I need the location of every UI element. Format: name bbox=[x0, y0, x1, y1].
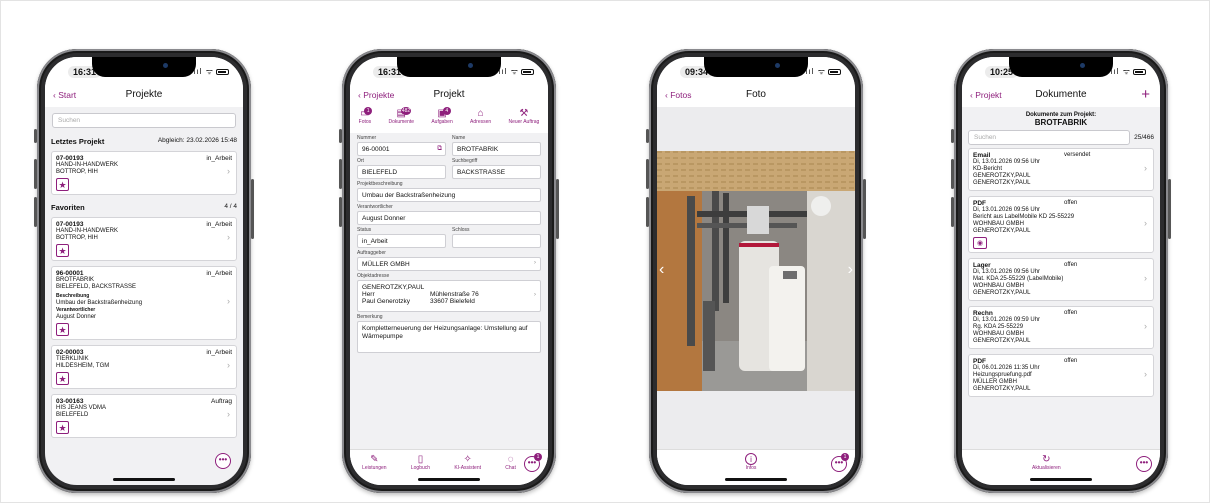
toolbar-chat[interactable]: ◌ Chat bbox=[505, 454, 516, 471]
favorite-star-icon[interactable]: ★ bbox=[56, 421, 69, 434]
tab-fotos[interactable]: ▭Fotos1 bbox=[359, 107, 373, 133]
document-item[interactable]: PDF offen Di, 13.01.2026 09:56 Uhr Bericht… bbox=[968, 196, 1154, 253]
chevron-right-icon: › bbox=[227, 166, 230, 176]
section-favorites: Favoriten 4 / 4 bbox=[51, 203, 237, 212]
page-title: Dokumente bbox=[1035, 89, 1087, 100]
chevron-right-icon[interactable]: › bbox=[848, 261, 853, 279]
suchbegriff-field[interactable]: BACKSTRASSE bbox=[452, 165, 541, 179]
page-title: Foto bbox=[745, 89, 766, 100]
tab-dokumente[interactable]: ▤Dokumente482 bbox=[388, 107, 414, 133]
screenshot-stage: 16:31 ııl ᯤ ‹ Start Projekte Suchen Letz… bbox=[0, 0, 1210, 503]
more-button[interactable]: ••• bbox=[1136, 456, 1152, 472]
preview-eye-icon[interactable]: ◉ bbox=[973, 237, 987, 249]
phone-dokumente: 10:25 ııl ᯤ ‹ Projekt Dokumente + Dokume… bbox=[951, 49, 1171, 493]
project-name: BROTFABRIK bbox=[1034, 118, 1088, 127]
project-card[interactable]: 07-00193 in_Arbeit HAND-IN-HANDWERK BOTTRO… bbox=[51, 217, 237, 261]
tab-adressen[interactable]: ⌂ Adressen bbox=[470, 108, 491, 133]
screen-projekt: 16:31 ııl ᯤ ‹ Projekte Projekt ▭Fotos1 ▤… bbox=[350, 57, 548, 485]
tools-icon: ⚒ bbox=[519, 108, 529, 119]
tab-neuer-auftrag[interactable]: ⚒ Neuer Auftrag bbox=[508, 108, 539, 133]
toolbar-ki-assistent[interactable]: ✧ KI-Assistent bbox=[454, 454, 481, 471]
toolbar-leistungen[interactable]: ✎ Leistungen bbox=[362, 454, 386, 471]
photo-image[interactable]: ‹ › bbox=[657, 151, 855, 391]
search-input[interactable]: Suchen bbox=[968, 130, 1131, 145]
nav-bar: ‹ Projekte Projekt bbox=[350, 85, 548, 107]
document-item[interactable]: Rechn offen Di, 13.01.2026 09:59 Uhr Rg. K… bbox=[968, 306, 1154, 349]
document-count: 25/466 bbox=[1134, 134, 1154, 141]
document-item[interactable]: PDF offen Di, 06.01.2026 11:35 Uhr Heizung… bbox=[968, 354, 1154, 397]
project-card[interactable]: 02-00003 in_Arbeit TIERKLINIK HILDESHEIM, … bbox=[51, 345, 237, 389]
toolbar-aktualisieren[interactable]: ↻ Aktualisieren bbox=[1032, 454, 1061, 471]
chevron-right-icon: › bbox=[227, 409, 230, 419]
phone-projekte: 16:31 ııl ᯤ ‹ Start Projekte Suchen Letz… bbox=[34, 49, 254, 493]
chevron-left-icon[interactable]: ‹ bbox=[659, 261, 664, 279]
chevron-right-icon: › bbox=[1144, 162, 1147, 173]
house-icon: ⌂ bbox=[477, 108, 484, 119]
phone-foto: 09:34 ııl ᯤ ‹ Fotos Foto ‹ › i Infos •••… bbox=[646, 49, 866, 493]
favorite-star-icon[interactable]: ★ bbox=[56, 178, 69, 191]
favorite-star-icon[interactable]: ★ bbox=[56, 372, 69, 385]
wand-icon: ✧ bbox=[463, 454, 472, 465]
chevron-right-icon: › bbox=[533, 259, 536, 266]
screen-projekte: 16:31 ııl ᯤ ‹ Start Projekte Suchen Letz… bbox=[45, 57, 243, 485]
wifi-battery-icon: ııl ᯤ bbox=[193, 66, 229, 77]
document-item[interactable]: Lager offen Di, 13.01.2026 09:56 Uhr Mat. … bbox=[968, 258, 1154, 301]
wifi-battery-icon: ııl ᯤ bbox=[498, 66, 534, 77]
objektadresse-field[interactable]: GENEROTZKY,PAUL Herr Mühlenstraße 76 Paul… bbox=[357, 280, 541, 312]
favorite-star-icon[interactable]: ★ bbox=[56, 244, 69, 257]
search-input[interactable]: Suchen bbox=[52, 113, 236, 128]
add-document-button[interactable]: + bbox=[1141, 86, 1150, 103]
section-last-project: Letztes Projekt Abgleich: 23.02.2026 15:4… bbox=[51, 137, 237, 146]
chevron-right-icon: › bbox=[227, 232, 230, 242]
project-tabs: ▭Fotos1 ▤Dokumente482 ▣Aufgaben4 ⌂Adress… bbox=[350, 107, 548, 133]
chevron-right-icon: › bbox=[1144, 368, 1147, 379]
chevron-right-icon: › bbox=[227, 360, 230, 370]
chevron-right-icon: › bbox=[227, 296, 230, 306]
document-item[interactable]: Email versendet Di, 13.01.2026 09:56 Uhr K… bbox=[968, 148, 1154, 191]
chevron-right-icon: › bbox=[1144, 320, 1147, 331]
chat-icon: ◌ bbox=[507, 454, 514, 465]
more-button[interactable]: ••• bbox=[215, 453, 231, 469]
book-icon: ▯ bbox=[417, 454, 424, 465]
bemerkung-field[interactable]: Kompletterneuerung der Heizungsanlage: U… bbox=[357, 321, 541, 353]
wifi-battery-icon: ııl ᯤ bbox=[1110, 66, 1146, 77]
nav-bar: ‹ Fotos Foto bbox=[657, 85, 855, 107]
favorite-star-icon[interactable]: ★ bbox=[56, 323, 69, 336]
chevron-right-icon: › bbox=[1144, 217, 1147, 228]
verantwortlicher-field[interactable]: August Donner bbox=[357, 211, 541, 225]
schloss-field[interactable] bbox=[452, 234, 541, 248]
refresh-icon: ↻ bbox=[1042, 454, 1051, 465]
tab-aufgaben[interactable]: ▣ Aufgaben 4 bbox=[431, 107, 453, 133]
toolbar-infos[interactable]: i Infos bbox=[745, 453, 757, 471]
project-card[interactable]: 07-00193 in_Arbeit HAND-IN-HANDWERK BOTTRO… bbox=[51, 151, 237, 195]
page-title: Projekt bbox=[433, 89, 465, 100]
page-title: Projekte bbox=[125, 89, 163, 100]
wifi-battery-icon: ııl ᯤ bbox=[805, 66, 841, 77]
copy-icon: ⧉ bbox=[437, 145, 442, 152]
status-field[interactable]: in_Arbeit bbox=[357, 234, 446, 248]
boiler-room-photo bbox=[657, 151, 855, 391]
screen-dokumente: 10:25 ııl ᯤ ‹ Projekt Dokumente + Dokume… bbox=[962, 57, 1160, 485]
name-field[interactable]: BROTFABRIK bbox=[452, 142, 541, 156]
project-card[interactable]: 96-00001 in_Arbeit BROTFABRIK BIELEFELD, B… bbox=[51, 266, 237, 340]
phone-projekt: 16:31 ııl ᯤ ‹ Projekte Projekt ▭Fotos1 ▤… bbox=[339, 49, 559, 493]
auftraggeber-field[interactable]: MÜLLER GMBH › bbox=[357, 257, 541, 271]
projektbeschreibung-field[interactable]: Umbau der Backstraßenheizung bbox=[357, 188, 541, 202]
screen-foto: 09:34 ııl ᯤ ‹ Fotos Foto ‹ › i Infos •••… bbox=[657, 57, 855, 485]
project-card[interactable]: 03-00163 Auftrag HIS JEANS VDMA BIELEFELD … bbox=[51, 394, 237, 438]
nav-bar: ‹ Start Projekte bbox=[45, 85, 243, 107]
chevron-right-icon: › bbox=[1144, 272, 1147, 283]
pencil-icon: ✎ bbox=[370, 454, 379, 465]
toolbar-logbuch[interactable]: ▯ Logbuch bbox=[411, 454, 430, 471]
info-icon: i bbox=[745, 453, 757, 465]
nav-bar: ‹ Projekt Dokumente + bbox=[962, 85, 1160, 107]
ort-field[interactable]: BIELEFELD bbox=[357, 165, 446, 179]
sync-timestamp: Abgleich: 23.02.2026 15:48 bbox=[157, 137, 237, 144]
nummer-field[interactable]: 96-00001 ⧉ bbox=[357, 142, 446, 156]
chevron-right-icon: › bbox=[533, 291, 536, 298]
